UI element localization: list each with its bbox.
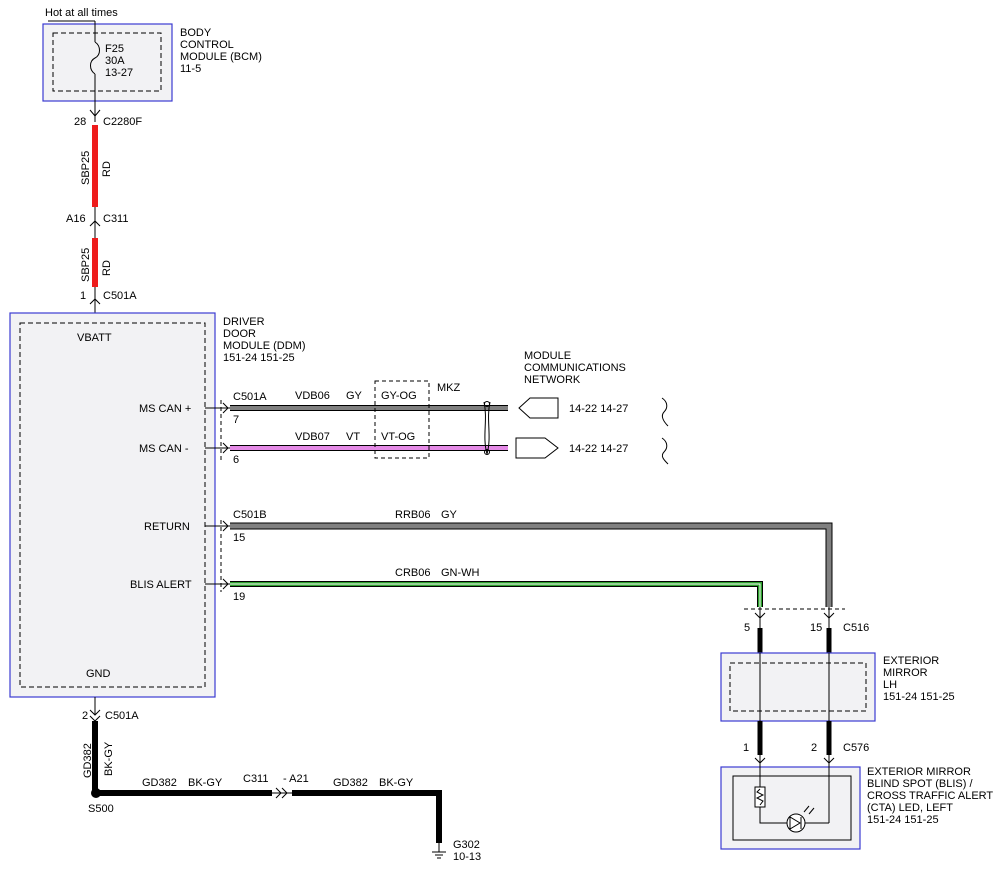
- ddm-ref: 151-24 151-25: [223, 352, 295, 364]
- wire-vdb07-color: VT: [346, 431, 360, 443]
- c311-bottom-name: C311: [243, 773, 268, 785]
- wire-vdb06-alt: GY-OG: [381, 390, 417, 402]
- wire-sbp25-1-circuit: SBP25: [80, 151, 92, 185]
- c311-bottom-pin: - A21: [283, 773, 309, 785]
- network-title-2: COMMUNICATIONS: [524, 362, 626, 374]
- wire-gd382-h2-circuit: GD382: [333, 777, 368, 789]
- mirror-ref: 151-24 151-25: [883, 691, 955, 703]
- wire-vdb07-alt: VT-OG: [381, 431, 415, 443]
- network-refs-minus: 14-22 14-27: [569, 443, 628, 455]
- c501b-name: C501B: [233, 509, 267, 521]
- network-arrow-plus-icon: [518, 397, 559, 419]
- ddm-pin-gnd: GND: [86, 668, 111, 680]
- c516-pin-5: 5: [744, 622, 750, 634]
- hot-at-all-times-label: Hot at all times: [45, 7, 118, 19]
- wire-sbp25-2-color: RD: [101, 260, 113, 276]
- wire-gd382-v-color: BK-GY: [103, 741, 115, 776]
- c501a-can-name: C501A: [233, 391, 267, 403]
- bcm-title-2: CONTROL: [180, 39, 234, 51]
- ddm-pin-blis-alert: BLIS ALERT: [130, 579, 192, 591]
- ground-g302-ref: 10-13: [453, 851, 481, 863]
- c516-pin-15: 15: [810, 622, 822, 634]
- c576-pin-2: 2: [811, 742, 817, 754]
- c501a-gnd-pin: 2: [82, 710, 88, 722]
- wire-vdb06-circuit: VDB06: [295, 390, 330, 402]
- bcm-ref: 11-5: [180, 63, 201, 75]
- mirror-title-3: LH: [883, 679, 897, 691]
- c501b-pin-19: 19: [233, 591, 245, 603]
- ddm-box: [9, 312, 216, 698]
- wire-rrb06-circuit: RRB06: [395, 509, 430, 521]
- ground-g302-name: G302: [453, 839, 480, 851]
- wire-sbp25-1-color: RD: [101, 161, 113, 177]
- fuse-label: F25: [105, 43, 124, 55]
- ddm-title-1: DRIVER: [223, 316, 265, 328]
- wire-gd382-v-circuit: GD382: [82, 743, 94, 778]
- c2280f-pin: 28: [74, 116, 86, 128]
- wire-sbp25-2-circuit: SBP25: [80, 248, 92, 282]
- c516-name: C516: [843, 622, 869, 634]
- c501b-pin-15: 15: [233, 532, 245, 544]
- blis-title-1: EXTERIOR MIRROR: [867, 766, 971, 778]
- ddm-pin-vbatt: VBATT: [77, 332, 112, 344]
- network-title-1: MODULE: [524, 350, 571, 362]
- wire-gd382-h1-color: BK-GY: [188, 777, 223, 789]
- c576-name: C576: [843, 742, 869, 754]
- ddm-pin-ms-can-minus: MS CAN -: [139, 443, 189, 455]
- mirror-title-2: MIRROR: [883, 667, 928, 679]
- fuse-ref: 13-27: [105, 67, 133, 79]
- network-refs-plus: 14-22 14-27: [569, 403, 628, 415]
- c501a-top-pin: 1: [80, 290, 86, 302]
- c2280f-name: C2280F: [103, 116, 142, 128]
- splice-s500-label: S500: [88, 803, 114, 815]
- blis-led-box: [720, 766, 861, 850]
- brace-plus-icon: [661, 397, 669, 427]
- brace-minus-icon: [661, 437, 669, 465]
- wiring-diagram: Hot at all times F25 30A 13-27 BODY CONT…: [9, 7, 993, 863]
- network-arrow-minus-icon: [515, 437, 559, 459]
- mirror-title-1: EXTERIOR: [883, 655, 939, 667]
- wire-vdb07-circuit: VDB07: [295, 431, 330, 443]
- wire-crb06-circuit: CRB06: [395, 567, 430, 579]
- blis-title-2: BLIND SPOT (BLIS) /: [867, 778, 973, 790]
- wire-rrb06: [230, 523, 832, 607]
- c576-pin-1: 1: [743, 742, 749, 754]
- wire-rrb06-color: GY: [441, 509, 458, 521]
- fuse-rating: 30A: [105, 55, 125, 67]
- wire-vdb06-color: GY: [346, 390, 363, 402]
- ddm-title-2: DOOR: [223, 328, 256, 340]
- c501a-pin-7: 7: [233, 414, 239, 426]
- c311-top-pin: A16: [66, 213, 86, 225]
- blis-ref: 151-24 151-25: [867, 814, 939, 826]
- ddm-pin-return: RETURN: [144, 521, 190, 533]
- blis-title-3: CROSS TRAFFIC ALERT: [867, 790, 993, 802]
- bcm-title-1: BODY: [180, 27, 212, 39]
- blis-title-4: (CTA) LED, LEFT: [867, 802, 953, 814]
- bcm-title-3: MODULE (BCM): [180, 51, 262, 63]
- ddm-title-3: MODULE (DDM): [223, 340, 306, 352]
- wire-gd382-h1-circuit: GD382: [142, 777, 177, 789]
- wire-gd382-h2: [292, 790, 442, 843]
- mkz-label: MKZ: [437, 382, 461, 394]
- c501a-gnd-name: C501A: [105, 710, 139, 722]
- network-title-3: NETWORK: [524, 374, 581, 386]
- wire-gd382-h2-color: BK-GY: [379, 777, 414, 789]
- c501a-top-name: C501A: [103, 290, 137, 302]
- wire-crb06-color: GN-WH: [441, 567, 480, 579]
- c311-top-name: C311: [103, 213, 128, 225]
- wire-crb06: [230, 582, 762, 607]
- c501a-pin-6: 6: [233, 454, 239, 466]
- ddm-pin-ms-can-plus: MS CAN +: [139, 403, 191, 415]
